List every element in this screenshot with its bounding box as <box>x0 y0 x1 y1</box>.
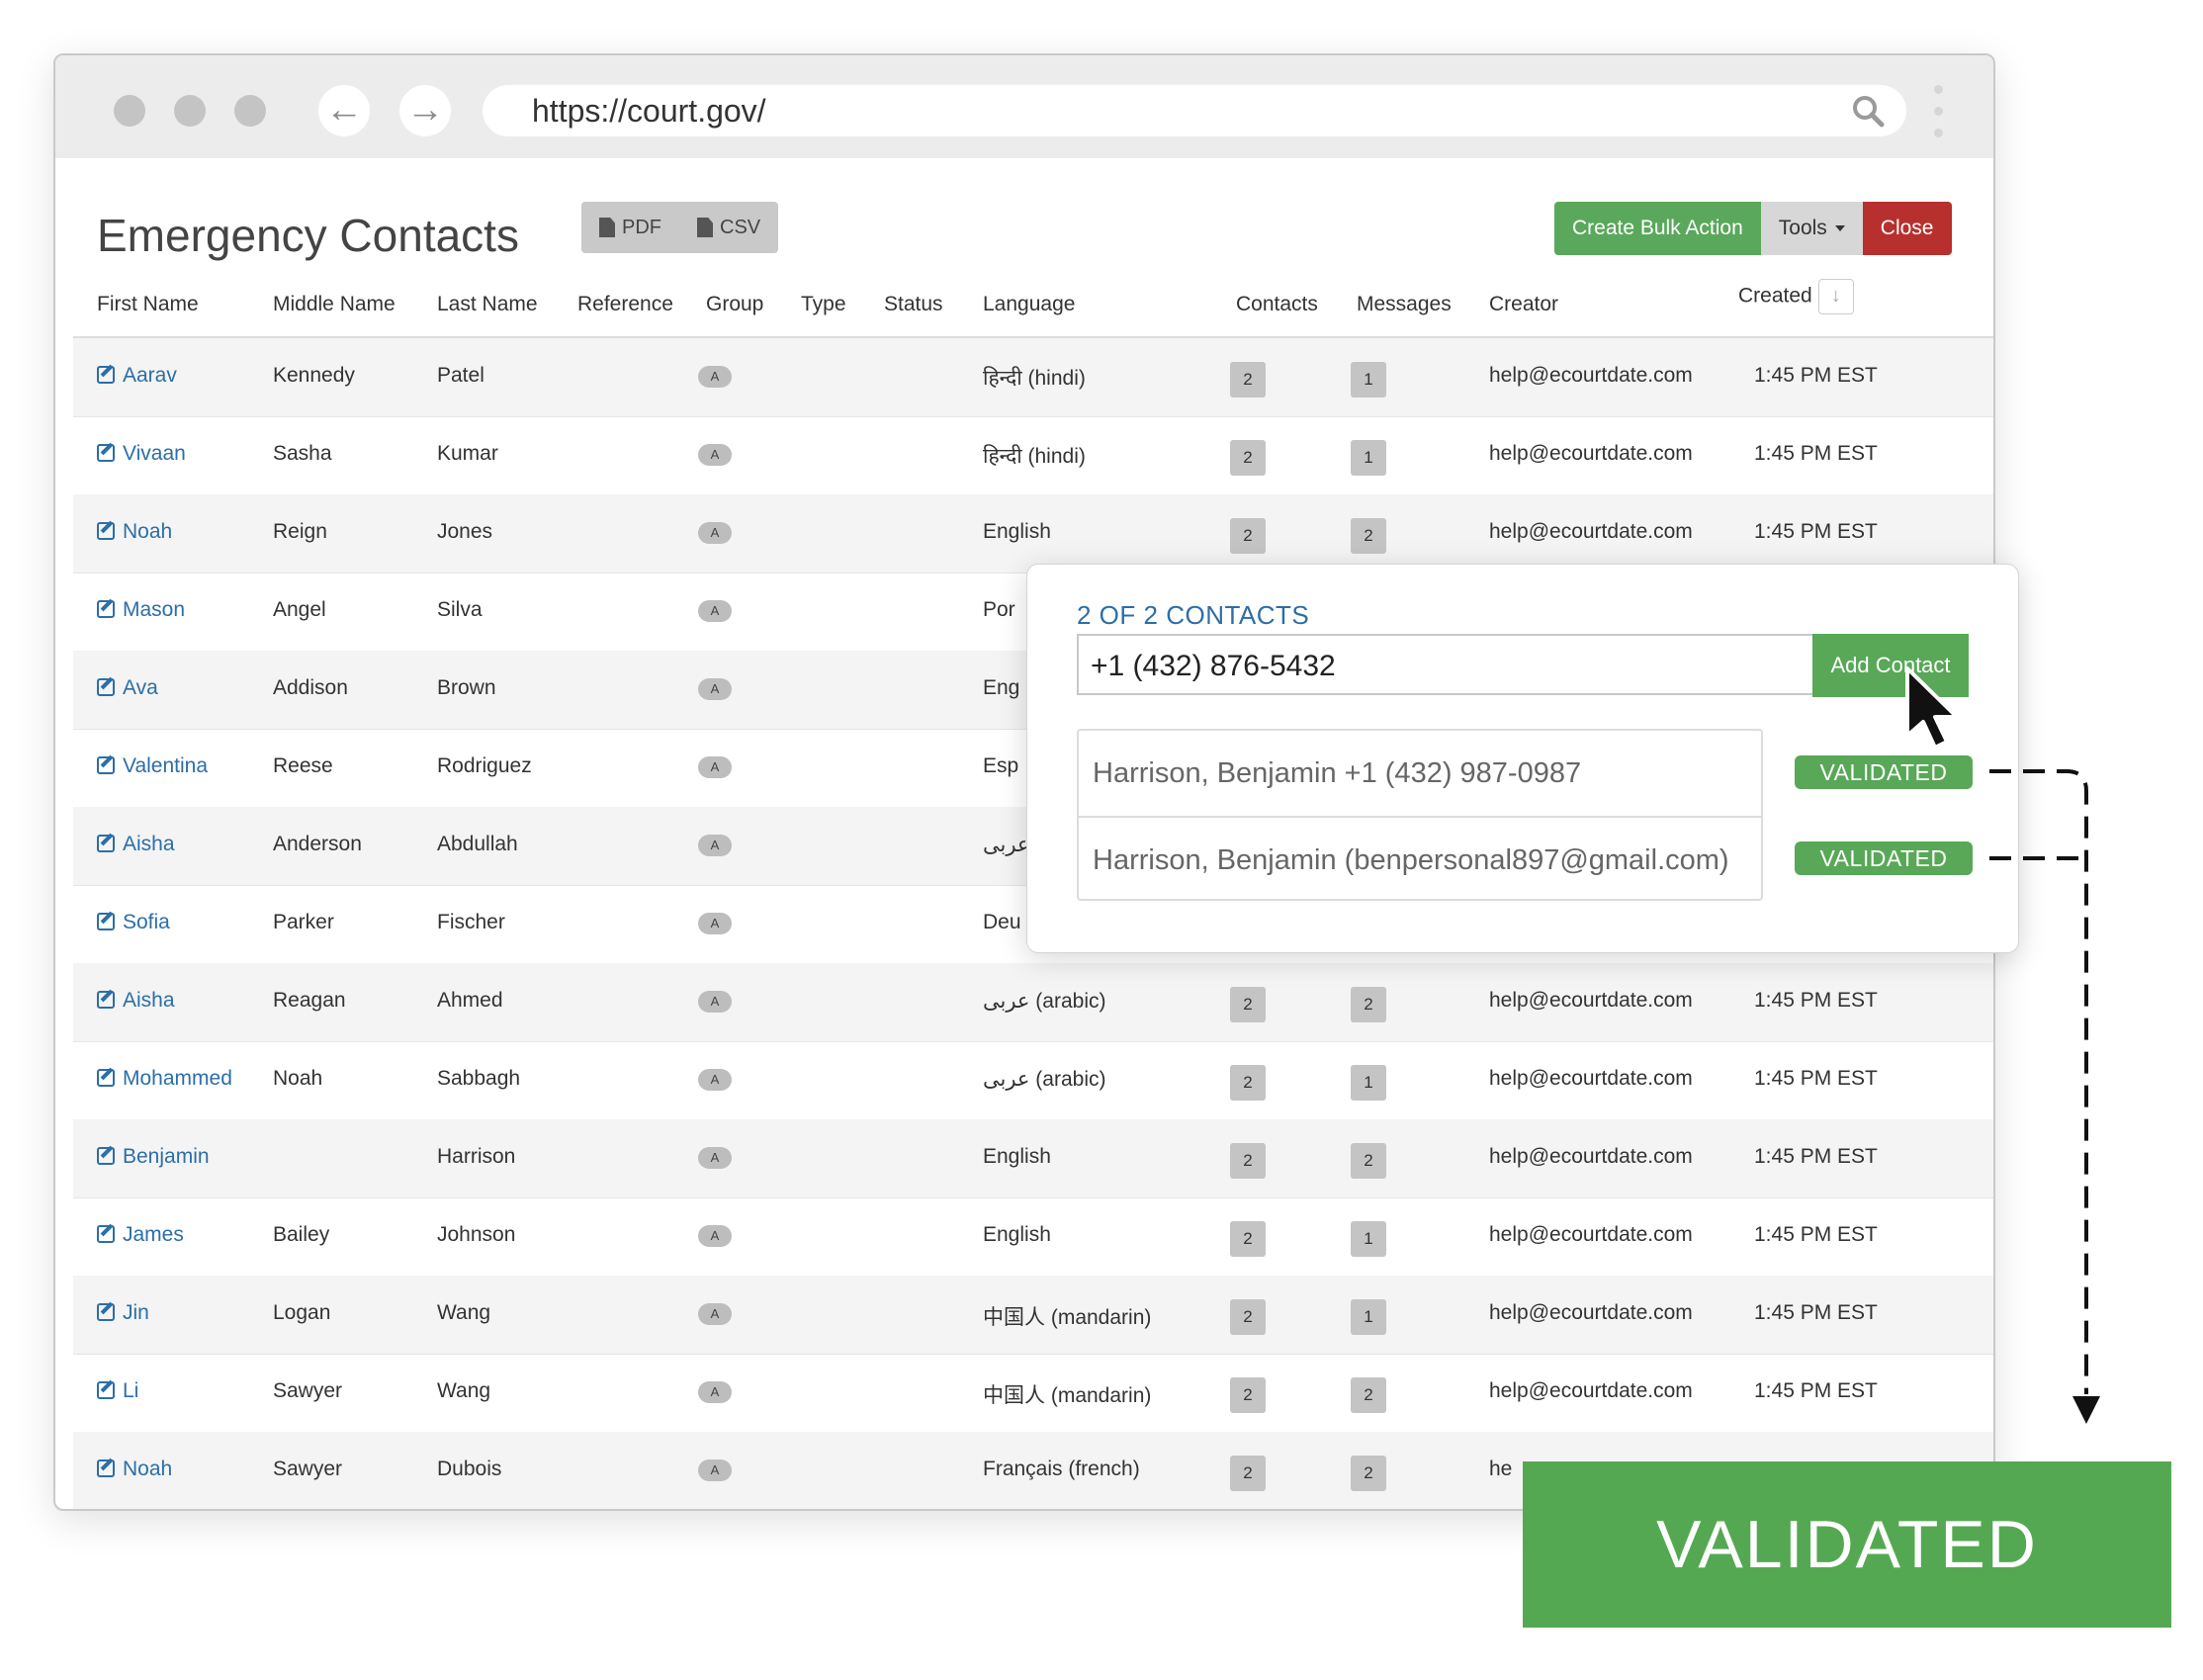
validated-status-banner: VALIDATED <box>1523 1461 2171 1628</box>
mouse-pointer-icon <box>1905 666 1959 750</box>
flow-arrows <box>1989 769 2100 1424</box>
